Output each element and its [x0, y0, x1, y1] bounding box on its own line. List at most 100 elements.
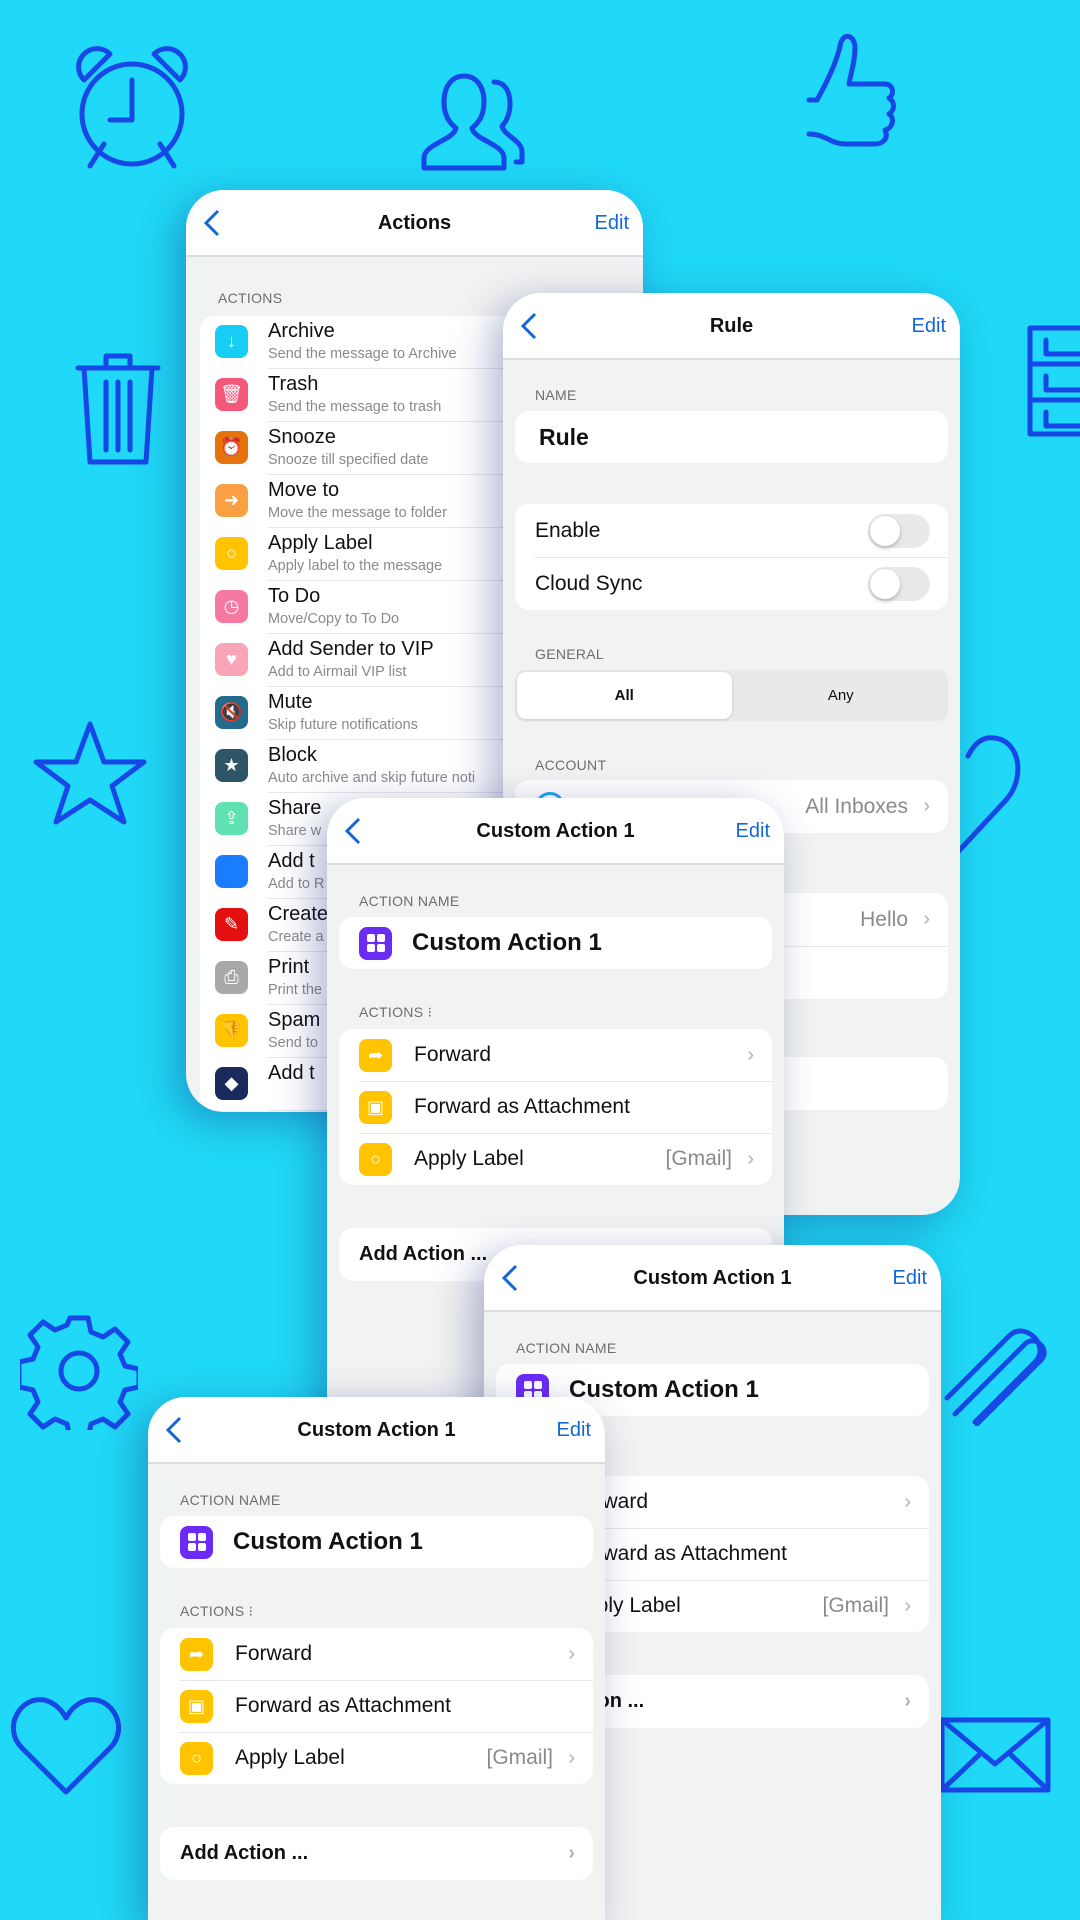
chevron-right-icon: ›: [923, 908, 930, 930]
move-icon: ➜: [215, 484, 248, 517]
paperclip-icon: [944, 1328, 1047, 1426]
trash-icon: 🗑: [215, 378, 248, 411]
chevron-right-icon: ›: [747, 1043, 754, 1066]
shortcuts-icon: ◆: [215, 1067, 248, 1100]
action-label: Apply Label: [414, 1147, 524, 1170]
users-icon: [421, 73, 525, 171]
rule-name-field[interactable]: Rule: [515, 411, 948, 463]
archive-icon: ↓: [215, 325, 248, 358]
chevron-right-icon: ›: [747, 1147, 754, 1170]
segment-any[interactable]: Any: [734, 670, 949, 721]
chevron-right-icon: ›: [923, 795, 930, 817]
action-row[interactable]: ○ Apply Label [Gmail] ›: [339, 1133, 772, 1185]
action-label: Forward as Attachment: [235, 1694, 451, 1717]
edit-button[interactable]: Edit: [736, 820, 770, 843]
edit-button[interactable]: Edit: [893, 1267, 927, 1290]
app-icon: [215, 855, 248, 888]
action-name-label: ACTION NAME: [180, 1492, 281, 1508]
chevron-right-icon: ›: [904, 1690, 911, 1712]
nav-bar: Actions Edit: [186, 190, 643, 257]
section-header: ACTIONS: [218, 290, 283, 306]
nav-title: Custom Action 1: [476, 820, 635, 842]
pdf-icon: ✎: [215, 908, 248, 941]
action-name-field[interactable]: Custom Action 1: [339, 917, 772, 969]
forward-icon: ➦: [180, 1637, 213, 1671]
printer-icon: ⎙: [215, 961, 248, 994]
actions-label: ACTIONS ⁝: [359, 1004, 433, 1020]
label-icon: ○: [215, 537, 248, 570]
action-row[interactable]: ▣ Forward as Attachment: [160, 1680, 593, 1732]
package-icon: ▣: [180, 1689, 213, 1723]
action-label: Apply Label: [235, 1746, 345, 1769]
nav-title: Actions: [377, 212, 452, 234]
action-name-field[interactable]: Custom Action 1: [160, 1516, 593, 1568]
match-segmented-control: All Any: [515, 670, 948, 721]
chevron-right-icon: ›: [568, 1842, 575, 1864]
add-action-label: Add Action ...: [180, 1842, 309, 1864]
action-value: [Gmail]: [822, 1594, 889, 1617]
nav-bar: Rule Edit: [503, 293, 960, 360]
trash-icon: [75, 353, 161, 465]
cloud-sync-toggle[interactable]: [868, 567, 930, 601]
action-row[interactable]: ○ Apply Label [Gmail] ›: [160, 1732, 593, 1784]
nav-bar: Custom Action 1 Edit: [148, 1397, 605, 1464]
envelope-icon: [939, 1717, 1051, 1793]
chevron-right-icon: ›: [904, 1594, 911, 1617]
nav-bar: Custom Action 1 Edit: [327, 798, 784, 865]
action-label: Forward as Attachment: [414, 1095, 630, 1118]
heart-icon: [953, 735, 1021, 857]
segment-all[interactable]: All: [517, 672, 732, 719]
thumbs-up-icon: [806, 34, 896, 147]
action-row[interactable]: ▣ Forward as Attachment: [339, 1081, 772, 1133]
edit-button[interactable]: Edit: [912, 315, 946, 338]
action-label: Forward: [414, 1043, 492, 1066]
alarm-icon: ⏰: [215, 431, 248, 464]
chevron-right-icon: ›: [904, 1490, 911, 1513]
account-value: All Inboxes: [805, 794, 908, 818]
chevron-right-icon: ›: [568, 1746, 575, 1769]
label-icon: ○: [180, 1741, 213, 1775]
general-label: GENERAL: [535, 646, 605, 662]
actions-group: ➦ Forward › ▣ Forward as Attachment ○ Ap…: [160, 1628, 593, 1784]
toggle-label: Enable: [535, 518, 601, 542]
add-action-button[interactable]: Add Action ... ›: [160, 1827, 593, 1880]
label-icon: ○: [359, 1142, 392, 1176]
enable-toggle[interactable]: [868, 514, 930, 548]
edit-button[interactable]: Edit: [595, 212, 629, 235]
mute-icon: 🔇: [215, 696, 248, 729]
action-name-value: Custom Action 1: [233, 1528, 423, 1555]
action-name-label: ACTION NAME: [359, 893, 460, 909]
package-icon: ▣: [359, 1090, 392, 1124]
chevron-right-icon: ›: [568, 1642, 575, 1665]
clock-icon: ◷: [215, 590, 248, 623]
action-value: [Gmail]: [665, 1147, 732, 1170]
custom-action-screen-front: Custom Action 1 Edit ACTION NAME Custom …: [148, 1397, 605, 1920]
cloud-sync-row: Cloud Sync: [515, 557, 948, 610]
heart-icon: [10, 1697, 122, 1795]
star-icon: [33, 721, 147, 825]
alarm-clock-icon: [76, 46, 188, 169]
actions-group: ➦ Forward › ▣ Forward as Attachment ○ Ap…: [339, 1029, 772, 1185]
edit-button[interactable]: Edit: [557, 1419, 591, 1442]
name-label: NAME: [535, 387, 577, 403]
share-icon: ⇪: [215, 802, 248, 835]
action-row[interactable]: ➦ Forward ›: [339, 1029, 772, 1081]
action-name-value: Custom Action 1: [412, 929, 602, 956]
gear-icon: [20, 1315, 138, 1430]
nav-bar: Custom Action 1 Edit: [484, 1245, 941, 1312]
filing-cabinet-icon: [1027, 325, 1080, 437]
forward-icon: ➦: [359, 1038, 392, 1072]
heart-icon: ♥: [215, 643, 248, 676]
action-value: [Gmail]: [486, 1746, 553, 1769]
action-row[interactable]: ➦ Forward ›: [160, 1628, 593, 1680]
grid-icon: [359, 926, 392, 960]
toggle-label: Cloud Sync: [535, 571, 643, 595]
shield-icon: ★: [215, 749, 248, 782]
grid-icon: [180, 1525, 213, 1559]
account-label: ACCOUNT: [535, 757, 607, 773]
action-label: Forward: [235, 1642, 313, 1665]
nav-title: Rule: [709, 315, 754, 337]
add-action-label: Add Action ...: [359, 1243, 488, 1265]
actions-label: ACTIONS ⁝: [180, 1603, 254, 1619]
condition-value: Hello: [860, 907, 908, 931]
